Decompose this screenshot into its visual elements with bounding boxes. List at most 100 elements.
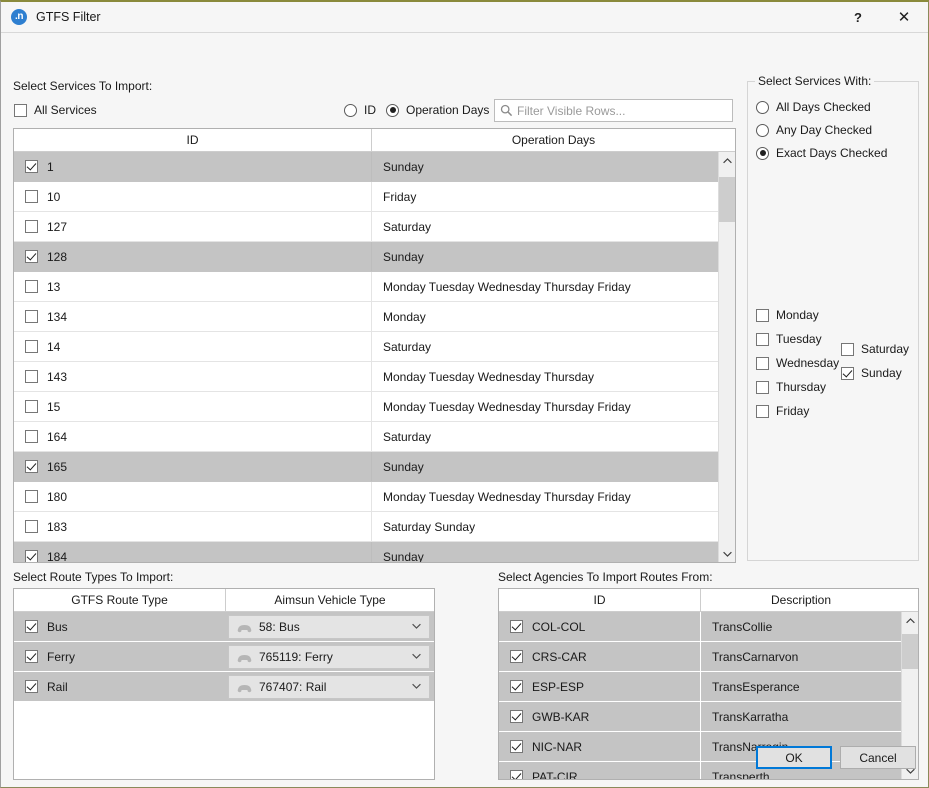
agency-checkbox[interactable] <box>510 650 523 663</box>
chevron-down-icon[interactable] <box>412 622 421 632</box>
agency-checkbox[interactable] <box>510 740 523 753</box>
service-id-cell[interactable]: 128 <box>14 242 372 271</box>
service-id-cell[interactable]: 165 <box>14 452 372 481</box>
service-checkbox[interactable] <box>25 520 38 533</box>
agency-id-cell[interactable]: ESP-ESP <box>499 672 701 701</box>
service-id-cell[interactable]: 14 <box>14 332 372 361</box>
day-checkbox-friday[interactable]: Friday <box>756 404 839 418</box>
vehicle-type-dropdown[interactable]: 767407: Rail <box>228 675 430 699</box>
service-id-cell[interactable]: 183 <box>14 512 372 541</box>
services-scrollbar[interactable] <box>718 152 735 562</box>
ok-button[interactable]: OK <box>756 746 832 769</box>
scroll-thumb[interactable] <box>902 634 918 669</box>
search-input[interactable] <box>517 104 717 118</box>
table-row[interactable]: Bus58: Bus <box>14 612 434 642</box>
table-row[interactable]: 143Monday Tuesday Wednesday Thursday <box>14 362 735 392</box>
day-checkbox-thursday[interactable]: Thursday <box>756 380 839 394</box>
route-type-checkbox[interactable] <box>25 650 38 663</box>
radio-any-day-checked[interactable]: Any Day Checked <box>756 123 872 137</box>
table-row[interactable]: Rail767407: Rail <box>14 672 434 702</box>
table-row[interactable]: 10Friday <box>14 182 735 212</box>
vehicle-type-dropdown[interactable]: 58: Bus <box>228 615 430 639</box>
service-checkbox[interactable] <box>25 220 38 233</box>
service-checkbox[interactable] <box>25 310 38 323</box>
help-button[interactable]: ? <box>836 2 880 32</box>
table-row[interactable]: 14Saturday <box>14 332 735 362</box>
day-checkbox-monday[interactable]: Monday <box>756 308 839 322</box>
service-checkbox[interactable] <box>25 550 38 562</box>
route-type-checkbox[interactable] <box>25 680 38 693</box>
radio-exact-days-checked[interactable]: Exact Days Checked <box>756 146 887 160</box>
table-row[interactable]: 180Monday Tuesday Wednesday Thursday Fri… <box>14 482 735 512</box>
service-id-cell[interactable]: 143 <box>14 362 372 391</box>
scroll-track[interactable] <box>902 629 918 762</box>
column-header-agency-description[interactable]: Description <box>701 589 901 611</box>
radio-sort-operation-days[interactable]: Operation Days <box>386 103 489 117</box>
chevron-down-icon[interactable] <box>412 682 421 692</box>
day-checkbox-wednesday[interactable]: Wednesday <box>756 356 839 370</box>
service-id-cell[interactable]: 10 <box>14 182 372 211</box>
chevron-down-icon[interactable] <box>412 652 421 662</box>
table-row[interactable]: 13Monday Tuesday Wednesday Thursday Frid… <box>14 272 735 302</box>
agency-id-cell[interactable]: NIC-NAR <box>499 732 701 761</box>
table-row[interactable]: ESP-ESPTransEsperance <box>499 672 901 702</box>
service-id-cell[interactable]: 1 <box>14 152 372 181</box>
table-row[interactable]: 165Sunday <box>14 452 735 482</box>
table-row[interactable]: 183Saturday Sunday <box>14 512 735 542</box>
service-id-cell[interactable]: 184 <box>14 542 372 562</box>
service-checkbox[interactable] <box>25 460 38 473</box>
scroll-track[interactable] <box>719 169 735 545</box>
service-checkbox[interactable] <box>25 400 38 413</box>
service-checkbox[interactable] <box>25 160 38 173</box>
vehicle-type-dropdown[interactable]: 765119: Ferry <box>228 645 430 669</box>
route-type-cell[interactable]: Rail <box>14 672 226 701</box>
column-header-id[interactable]: ID <box>14 129 372 151</box>
service-checkbox[interactable] <box>25 370 38 383</box>
scroll-down-icon[interactable] <box>719 545 735 562</box>
day-checkbox-saturday[interactable]: Saturday <box>841 342 909 356</box>
service-checkbox[interactable] <box>25 190 38 203</box>
service-id-cell[interactable]: 164 <box>14 422 372 451</box>
table-row[interactable]: COL-COLTransCollie <box>499 612 901 642</box>
table-row[interactable]: 184Sunday <box>14 542 735 562</box>
service-checkbox[interactable] <box>25 340 38 353</box>
column-header-operation-days[interactable]: Operation Days <box>372 129 735 151</box>
route-type-cell[interactable]: Bus <box>14 612 226 641</box>
day-checkbox-sunday[interactable]: Sunday <box>841 366 909 380</box>
service-checkbox[interactable] <box>25 280 38 293</box>
agency-checkbox[interactable] <box>510 620 523 633</box>
table-row[interactable]: 128Sunday <box>14 242 735 272</box>
table-row[interactable]: 164Saturday <box>14 422 735 452</box>
scroll-thumb[interactable] <box>719 177 735 222</box>
table-row[interactable]: Ferry765119: Ferry <box>14 642 434 672</box>
agency-id-cell[interactable]: PAT-CIR <box>499 762 701 779</box>
column-header-gtfs-route-type[interactable]: GTFS Route Type <box>14 589 226 611</box>
agency-checkbox[interactable] <box>510 680 523 693</box>
agency-id-cell[interactable]: CRS-CAR <box>499 642 701 671</box>
scroll-up-icon[interactable] <box>902 612 918 629</box>
service-id-cell[interactable]: 134 <box>14 302 372 331</box>
service-checkbox[interactable] <box>25 250 38 263</box>
radio-all-days-checked[interactable]: All Days Checked <box>756 100 871 114</box>
scroll-up-icon[interactable] <box>719 152 735 169</box>
agency-checkbox[interactable] <box>510 710 523 723</box>
day-checkbox-tuesday[interactable]: Tuesday <box>756 332 839 346</box>
service-id-cell[interactable]: 127 <box>14 212 372 241</box>
service-checkbox[interactable] <box>25 490 38 503</box>
table-row[interactable]: CRS-CARTransCarnarvon <box>499 642 901 672</box>
agency-id-cell[interactable]: COL-COL <box>499 612 701 641</box>
service-checkbox[interactable] <box>25 430 38 443</box>
table-row[interactable]: 134Monday <box>14 302 735 332</box>
table-row[interactable]: 15Monday Tuesday Wednesday Thursday Frid… <box>14 392 735 422</box>
table-row[interactable]: 1Sunday <box>14 152 735 182</box>
agency-id-cell[interactable]: GWB-KAR <box>499 702 701 731</box>
table-row[interactable]: 127Saturday <box>14 212 735 242</box>
close-icon[interactable]: ✕ <box>882 2 926 32</box>
column-header-aimsun-vehicle-type[interactable]: Aimsun Vehicle Type <box>226 589 434 611</box>
column-header-agency-id[interactable]: ID <box>499 589 701 611</box>
service-id-cell[interactable]: 13 <box>14 272 372 301</box>
filter-rows-field[interactable] <box>494 99 733 122</box>
agency-checkbox[interactable] <box>510 770 523 779</box>
route-type-checkbox[interactable] <box>25 620 38 633</box>
service-id-cell[interactable]: 15 <box>14 392 372 421</box>
